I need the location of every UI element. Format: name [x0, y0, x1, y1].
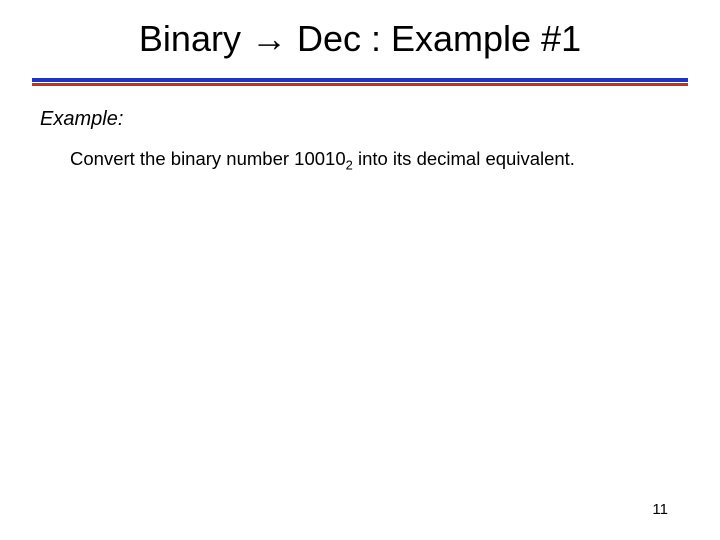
divider-red	[32, 83, 688, 86]
slide: Binary → Dec : Example #1 Example: Conve…	[0, 0, 720, 540]
page-number: 11	[652, 501, 668, 518]
example-heading: Example:	[40, 108, 123, 131]
divider-blue	[32, 78, 688, 82]
page-title: Binary → Dec : Example #1	[0, 18, 720, 60]
body-subscript: 2	[346, 158, 353, 173]
body-text-pre: Convert the binary number 10010	[70, 148, 346, 169]
example-body: Convert the binary number 100102 into it…	[70, 148, 575, 173]
body-text-post: into its decimal equivalent.	[353, 148, 575, 169]
title-divider	[32, 78, 688, 86]
